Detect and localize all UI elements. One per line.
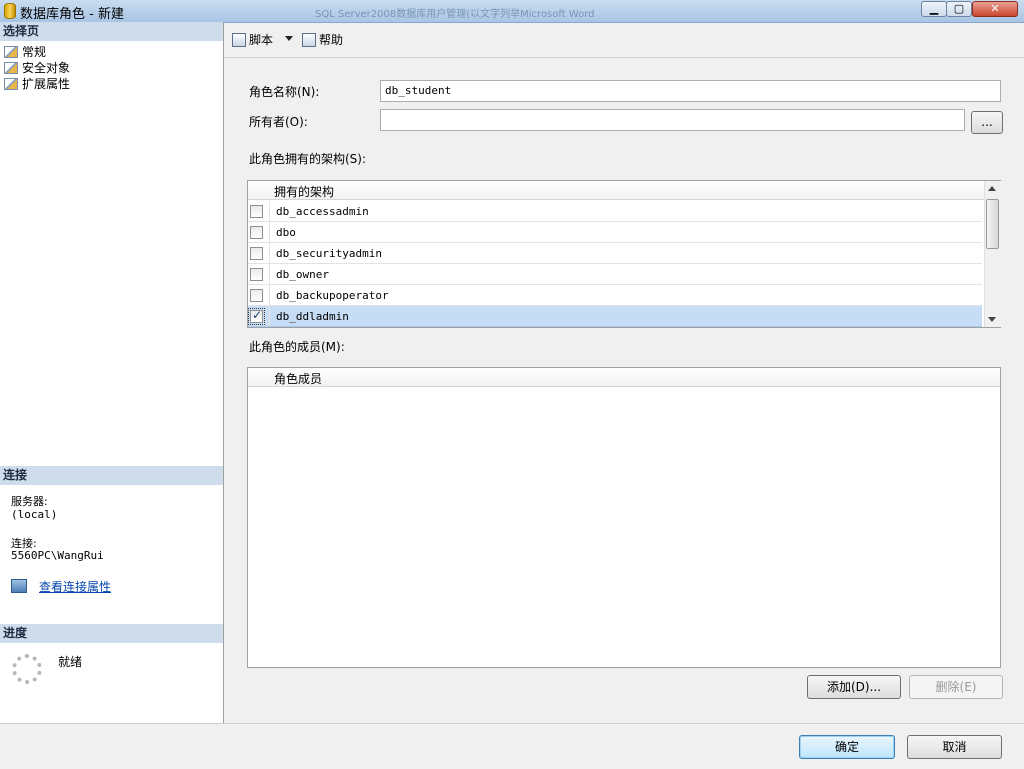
script-dropdown-arrow-icon[interactable] (285, 36, 293, 41)
page-item-label: 安全对象 (22, 61, 71, 75)
page-item-securables[interactable]: 安全对象 (4, 60, 70, 76)
page-icon (4, 62, 18, 74)
toolbar-divider (224, 57, 1024, 58)
owned-schemas-grid: 拥有的架构 db_accessadmin dbo db_securityadmi… (247, 180, 1001, 328)
progress-header: 进度 (0, 624, 223, 643)
browse-owner-button[interactable]: ... (971, 111, 1003, 134)
script-label: 脚本 (249, 33, 274, 47)
server-value: (local) (11, 508, 58, 521)
column-divider (269, 306, 270, 326)
schemas-column-header[interactable]: 拥有的架构 (274, 183, 334, 200)
minimize-icon: ▁ (929, 2, 939, 15)
column-divider (269, 201, 270, 221)
script-button[interactable]: 脚本 (232, 31, 273, 48)
schema-checkbox-checked[interactable] (248, 308, 265, 325)
connection-properties-icon (11, 579, 27, 593)
schema-name: db_backupoperator (276, 289, 389, 302)
schema-row[interactable]: db_backupoperator (248, 285, 982, 306)
schema-name: db_owner (276, 268, 329, 281)
members-label: 此角色的成员(M): (249, 340, 345, 354)
ok-button[interactable]: 确定 (799, 735, 895, 759)
schema-checkbox[interactable] (250, 289, 263, 302)
members-grid-header: 角色成员 (248, 368, 1000, 387)
owner-input[interactable] (380, 109, 965, 131)
connection-value: 5560PC\WangRui (11, 549, 104, 562)
background-window-title: SQL Server2008数据库用户管理(以文字列举Microsoft Wor… (315, 9, 595, 20)
minimize-button[interactable]: ▁ (921, 1, 947, 17)
scroll-up-icon[interactable] (988, 186, 996, 191)
page-icon (4, 78, 18, 90)
column-divider (269, 285, 270, 305)
select-page-header: 选择页 (0, 22, 223, 41)
help-button[interactable]: 帮助 (302, 31, 343, 48)
schema-checkbox[interactable] (250, 205, 263, 218)
title-bar: 数据库角色 - 新建 SQL Server2008数据库用户管理(以文字列举Mi… (0, 0, 1024, 23)
server-label: 服务器: (11, 495, 48, 508)
database-role-icon (4, 3, 16, 19)
members-column-header[interactable]: 角色成员 (274, 370, 322, 387)
schema-row[interactable]: db_owner (248, 264, 982, 285)
page-icon (4, 46, 18, 58)
owner-label: 所有者(O): (249, 115, 308, 129)
schema-checkbox[interactable] (250, 247, 263, 260)
role-name-input[interactable]: db_student (380, 80, 1001, 102)
close-button[interactable]: ✕ (972, 1, 1018, 17)
column-divider (269, 264, 270, 284)
role-name-label: 角色名称(N): (249, 85, 320, 99)
schema-row[interactable]: dbo (248, 222, 982, 243)
maximize-button[interactable]: ▢ (946, 1, 972, 17)
help-icon (302, 33, 316, 47)
left-panel: 选择页 常规 安全对象 扩展属性 连接 服务器: (local) 连接: 556… (0, 22, 224, 723)
column-divider (269, 243, 270, 263)
schema-checkbox[interactable] (250, 268, 263, 281)
role-members-grid[interactable]: 角色成员 (247, 367, 1001, 668)
schema-name: db_ddladmin (276, 310, 349, 323)
page-item-label: 常规 (22, 45, 47, 59)
column-divider (269, 222, 270, 242)
script-icon (232, 33, 246, 47)
connection-header: 连接 (0, 466, 223, 485)
scroll-thumb[interactable] (986, 199, 999, 249)
view-connection-properties-link[interactable]: 查看连接属性 (39, 578, 111, 595)
dialog-footer: 确定 取消 (0, 723, 1024, 769)
schema-checkbox[interactable] (250, 226, 263, 239)
page-item-extended-properties[interactable]: 扩展属性 (4, 76, 70, 92)
remove-member-button[interactable]: 删除(E) (909, 675, 1003, 699)
page-item-general[interactable]: 常规 (4, 44, 46, 60)
schemas-grid-header: 拥有的架构 (248, 181, 1000, 200)
window-title: 数据库角色 - 新建 (20, 7, 124, 22)
schema-row[interactable]: db_securityadmin (248, 243, 982, 264)
schema-row-selected[interactable]: db_ddladmin (248, 306, 982, 327)
progress-spinner-icon (12, 654, 42, 684)
close-icon: ✕ (990, 2, 1000, 15)
progress-status: 就绪 (58, 655, 83, 669)
schemas-label: 此角色拥有的架构(S): (249, 152, 367, 166)
page-item-label: 扩展属性 (22, 77, 71, 91)
schema-name: dbo (276, 226, 296, 239)
schemas-scrollbar[interactable] (984, 181, 1001, 327)
help-label: 帮助 (319, 33, 344, 47)
scroll-down-icon[interactable] (988, 317, 996, 322)
schema-row[interactable]: db_accessadmin (248, 201, 982, 222)
cancel-button[interactable]: 取消 (907, 735, 1002, 759)
schema-name: db_securityadmin (276, 247, 382, 260)
add-member-button[interactable]: 添加(D)... (807, 675, 901, 699)
maximize-icon: ▢ (953, 2, 965, 15)
schema-name: db_accessadmin (276, 205, 369, 218)
